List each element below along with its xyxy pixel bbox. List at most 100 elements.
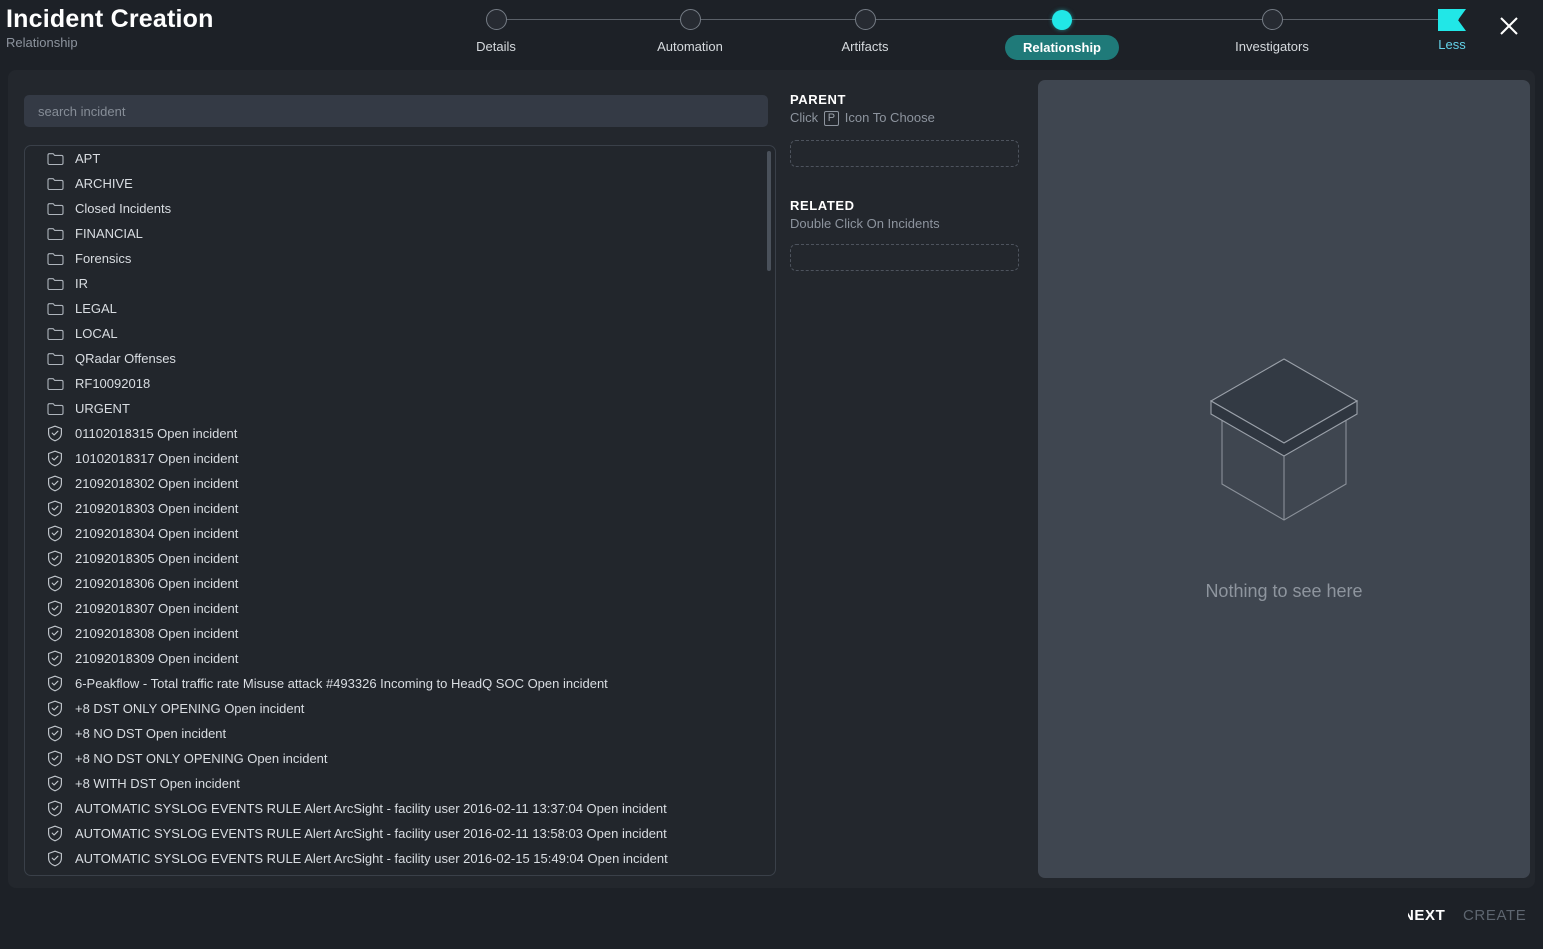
list-item-incident[interactable]: 21092018306 Open incident <box>25 571 776 596</box>
list-item-incident[interactable]: AUTOMATIC SYSLOG EVENTS RULE Alert ArcSi… <box>25 796 776 821</box>
list-item-label: +8 NO DST ONLY OPENING Open incident <box>75 746 328 771</box>
list-item-label: URGENT <box>75 396 130 421</box>
list-item-folder[interactable]: IR <box>25 271 776 296</box>
empty-box-icon <box>1209 357 1359 537</box>
parent-dropzone[interactable] <box>790 140 1019 167</box>
parent-title: PARENT <box>790 92 1030 107</box>
shield-icon <box>47 525 75 542</box>
folder-icon <box>47 202 75 216</box>
step-investigators[interactable]: Investigators <box>1192 0 1352 54</box>
search-input[interactable] <box>24 95 768 127</box>
search-field-wrapper <box>24 95 768 127</box>
page-title: Incident Creation <box>6 4 214 34</box>
related-dropzone[interactable] <box>790 244 1019 271</box>
list-item-label: LOCAL <box>75 321 118 346</box>
shield-icon <box>47 625 75 642</box>
shield-icon <box>47 550 75 567</box>
list-item-label: Forensics <box>75 246 131 271</box>
list-item-label: 21092018304 Open incident <box>75 521 238 546</box>
dialog-body: APTARCHIVEClosed IncidentsFINANCIALForen… <box>8 70 1535 888</box>
empty-state: Nothing to see here <box>1038 80 1530 878</box>
list-item-incident[interactable]: +8 NO DST Open incident <box>25 721 776 746</box>
dialog-footer: NEXT CREATE <box>0 888 1543 949</box>
list-item-label: 10102018317 Open incident <box>75 446 238 471</box>
list-item-incident[interactable]: 21092018304 Open incident <box>25 521 776 546</box>
related-section: RELATED Double Click On Incidents <box>790 198 1030 271</box>
shield-icon <box>47 450 75 467</box>
list-item-label: 6-Peakflow - Total traffic rate Misuse a… <box>75 671 608 696</box>
create-button[interactable]: CREATE <box>1463 906 1526 926</box>
step-dot-icon <box>486 9 507 30</box>
list-item-incident[interactable]: 6-Peakflow - Total traffic rate Misuse a… <box>25 671 776 696</box>
list-item-incident[interactable]: 21092018303 Open incident <box>25 496 776 521</box>
shield-icon <box>47 575 75 592</box>
list-item-folder[interactable]: RF10092018 <box>25 371 776 396</box>
incident-list[interactable]: APTARCHIVEClosed IncidentsFINANCIALForen… <box>25 146 776 875</box>
list-item-incident[interactable]: +8 NO DST ONLY OPENING Open incident <box>25 746 776 771</box>
list-item-folder[interactable]: Forensics <box>25 246 776 271</box>
parent-section: PARENT Click P Icon To Choose <box>790 92 1030 167</box>
list-item-incident[interactable]: 10102018317 Open incident <box>25 446 776 471</box>
list-item-label: FINANCIAL <box>75 221 143 246</box>
folder-icon <box>47 302 75 316</box>
list-item-folder[interactable]: Closed Incidents <box>25 196 776 221</box>
step-details[interactable]: Details <box>416 0 576 54</box>
list-item-label: QRadar Offenses <box>75 346 176 371</box>
list-item-folder[interactable]: APT <box>25 146 776 171</box>
list-item-folder[interactable]: URGENT <box>25 396 776 421</box>
list-item-folder[interactable]: QRadar Offenses <box>25 346 776 371</box>
next-button[interactable]: NEXT <box>1408 906 1452 926</box>
shield-icon <box>47 700 75 717</box>
folder-icon <box>47 227 75 241</box>
shield-icon <box>47 800 75 817</box>
p-key-icon: P <box>824 111 839 126</box>
list-item-incident[interactable]: +8 WITH DST Open incident <box>25 771 776 796</box>
list-item-incident[interactable]: 01102018315 Open incident <box>25 421 776 446</box>
list-item-label: LEGAL <box>75 296 117 321</box>
folder-icon <box>47 252 75 266</box>
list-item-incident[interactable]: 21092018307 Open incident <box>25 596 776 621</box>
related-title: RELATED <box>790 198 1030 213</box>
step-dot-icon <box>1262 9 1283 30</box>
list-item-label: +8 DST ONLY OPENING Open incident <box>75 696 304 721</box>
list-item-label: 21092018303 Open incident <box>75 496 238 521</box>
list-item-incident[interactable]: +8 DST ONLY OPENING Open incident <box>25 696 776 721</box>
list-item-incident[interactable]: 21092018308 Open incident <box>25 621 776 646</box>
shield-icon <box>47 725 75 742</box>
list-item-incident[interactable]: 21092018305 Open incident <box>25 546 776 571</box>
step-label: Artifacts <box>785 39 945 54</box>
flag-icon <box>1438 9 1466 31</box>
list-item-label: 01102018315 Open incident <box>75 421 237 446</box>
folder-icon <box>47 277 75 291</box>
list-item-folder[interactable]: LOCAL <box>25 321 776 346</box>
shield-icon <box>47 425 75 442</box>
step-dot-icon <box>680 9 701 30</box>
relations-column: PARENT Click P Icon To Choose RELATED Do… <box>790 92 1030 271</box>
list-item-label: 21092018302 Open incident <box>75 471 238 496</box>
list-item-incident[interactable]: 21092018302 Open incident <box>25 471 776 496</box>
folder-icon <box>47 402 75 416</box>
folder-icon <box>47 152 75 166</box>
list-item-folder[interactable]: FINANCIAL <box>25 221 776 246</box>
list-item-folder[interactable]: LEGAL <box>25 296 776 321</box>
list-item-folder[interactable]: ARCHIVE <box>25 171 776 196</box>
step-artifacts[interactable]: Artifacts <box>785 0 945 54</box>
list-item-label: Closed Incidents <box>75 196 171 221</box>
shield-icon <box>47 825 75 842</box>
list-item-incident[interactable]: AUTOMATIC SYSLOG EVENTS RULE Alert ArcSi… <box>25 846 776 871</box>
list-scrollbar-track[interactable] <box>769 148 773 875</box>
step-relationship[interactable]: Relationship <box>982 0 1142 60</box>
close-icon[interactable] <box>1494 11 1524 41</box>
folder-icon <box>47 377 75 391</box>
list-item-incident[interactable]: 21092018309 Open incident <box>25 646 776 671</box>
parent-hint-before: Click <box>790 110 818 125</box>
list-item-label: +8 NO DST Open incident <box>75 721 226 746</box>
shield-icon <box>47 850 75 867</box>
wizard-stepper: Details Automation Artifacts Relationshi… <box>440 0 1480 68</box>
step-automation[interactable]: Automation <box>610 0 770 54</box>
folder-icon <box>47 177 75 191</box>
list-item-incident[interactable]: AUTOMATIC SYSLOG EVENTS RULE Alert ArcSi… <box>25 821 776 846</box>
list-scrollbar-thumb[interactable] <box>767 151 771 271</box>
step-label: Relationship <box>1005 35 1119 60</box>
dialog-header: Incident Creation Relationship Details A… <box>0 0 1543 68</box>
